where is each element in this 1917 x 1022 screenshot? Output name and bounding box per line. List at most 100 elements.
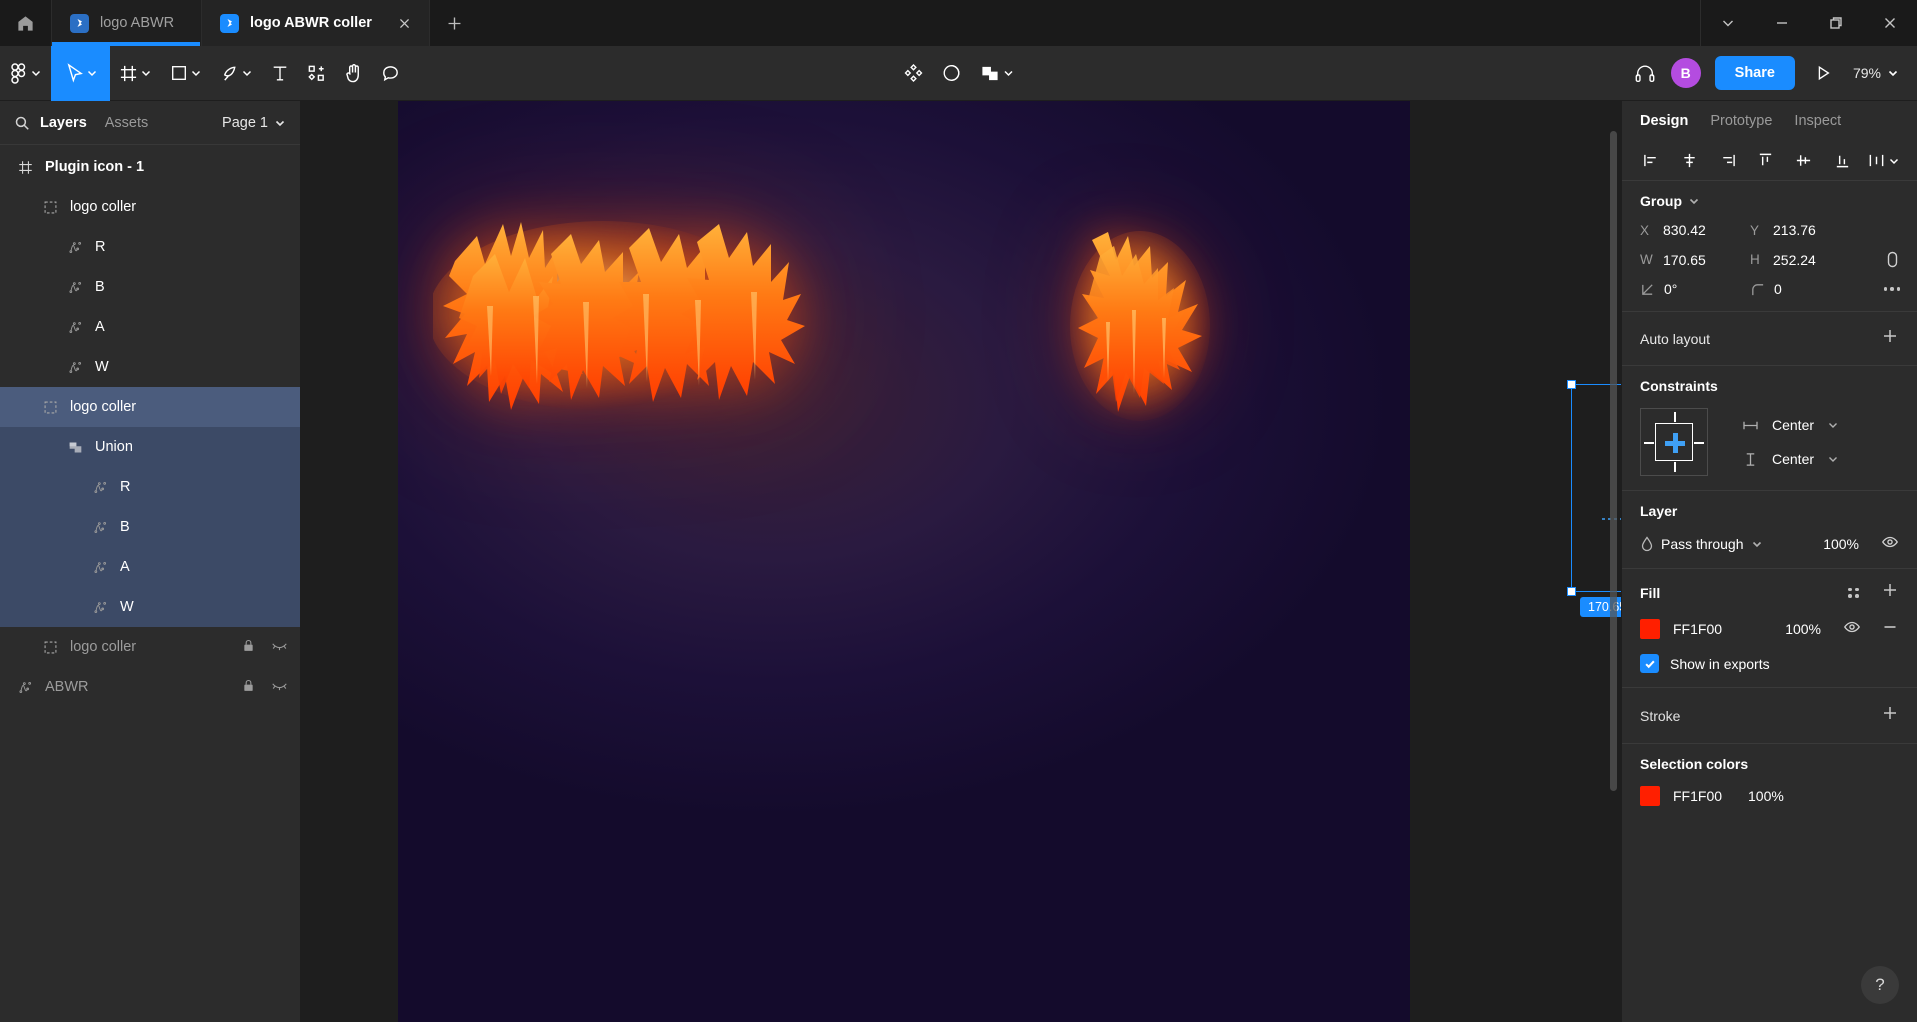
sidebar-tab-assets[interactable]: Assets — [105, 115, 149, 131]
layer-row[interactable]: A — [0, 307, 300, 347]
artboard[interactable] — [398, 101, 1410, 1022]
add-auto-layout-button[interactable] — [1881, 327, 1899, 350]
help-button[interactable]: ? — [1861, 966, 1899, 1004]
logo-abwr-selected-glyph[interactable] — [1070, 226, 1212, 436]
layer-row[interactable]: Union — [0, 427, 300, 467]
vertical-constraint-row[interactable]: Center — [1742, 451, 1839, 467]
shape-tool-button[interactable] — [161, 46, 211, 101]
selection-color-swatch[interactable] — [1640, 786, 1660, 806]
align-left-button[interactable] — [1632, 146, 1670, 176]
new-tab-button[interactable] — [430, 0, 480, 46]
show-in-exports-checkbox[interactable] — [1640, 654, 1659, 673]
frame-tool-button[interactable] — [110, 46, 161, 101]
width-field[interactable]: W 170.65 — [1640, 252, 1750, 268]
selection-color-opacity[interactable]: 100% — [1748, 788, 1784, 804]
components-button[interactable] — [894, 46, 932, 101]
layer-row[interactable]: ABWR — [0, 667, 300, 707]
align-bottom-button[interactable] — [1823, 146, 1861, 176]
share-button[interactable]: Share — [1714, 56, 1795, 90]
tab-inspect[interactable]: Inspect — [1794, 113, 1841, 129]
comment-tool-button[interactable] — [372, 46, 409, 101]
window-restore-button[interactable] — [1809, 0, 1863, 46]
audio-button[interactable] — [1625, 46, 1665, 101]
fill-color-hex[interactable]: FF1F00 — [1673, 621, 1722, 637]
tab-design[interactable]: Design — [1640, 113, 1688, 129]
align-vertical-center-button[interactable] — [1785, 146, 1823, 176]
show-in-exports-row[interactable]: Show in exports — [1640, 654, 1899, 673]
avatar[interactable]: B — [1670, 58, 1701, 88]
horizontal-constraint-row[interactable]: Center — [1742, 417, 1839, 433]
tab-logo-abwr-coller[interactable]: logo ABWR coller — [202, 0, 430, 46]
layer-row[interactable]: W — [0, 587, 300, 627]
fill-visibility-button[interactable] — [1843, 618, 1861, 639]
layer-visibility-button[interactable] — [1881, 533, 1899, 554]
window-chevron-down-button[interactable] — [1701, 0, 1755, 46]
eye-off-icon[interactable] — [271, 678, 288, 697]
blend-mode-dropdown[interactable]: Pass through — [1640, 536, 1763, 552]
fill-styles-button[interactable] — [1848, 587, 1859, 598]
add-fill-button[interactable] — [1881, 581, 1899, 604]
layer-row[interactable]: W — [0, 347, 300, 387]
layer-row[interactable]: B — [0, 267, 300, 307]
add-stroke-button[interactable] — [1881, 704, 1899, 727]
lock-icon[interactable] — [240, 638, 257, 657]
layer-row[interactable]: logo coller — [0, 627, 300, 667]
move-tool-button[interactable] — [51, 45, 110, 101]
pen-tool-button[interactable] — [211, 46, 262, 101]
rotation-field[interactable]: 0° — [1640, 281, 1750, 297]
canvas[interactable]: 170.65 × 252.24 — [301, 101, 1621, 1022]
tab-close-button[interactable] — [397, 15, 413, 31]
align-horizontal-center-button[interactable] — [1670, 146, 1708, 176]
sidebar-tab-layers[interactable]: Layers — [40, 115, 87, 131]
align-top-button[interactable] — [1747, 146, 1785, 176]
resize-handle-bottom-left[interactable] — [1567, 587, 1576, 596]
selection-color-hex[interactable]: FF1F00 — [1673, 788, 1722, 804]
layer-row[interactable]: R — [0, 467, 300, 507]
fill-color-swatch[interactable] — [1640, 618, 1660, 639]
search-button[interactable] — [14, 115, 40, 131]
window-close-button[interactable] — [1863, 0, 1917, 46]
layer-row[interactable]: R — [0, 227, 300, 267]
resize-handle-top-left[interactable] — [1567, 380, 1576, 389]
y-field[interactable]: Y 213.76 — [1750, 222, 1860, 238]
mask-button[interactable] — [932, 46, 970, 101]
present-button[interactable] — [1805, 46, 1841, 101]
corner-radius-field[interactable]: 0 — [1750, 281, 1860, 297]
y-value: 213.76 — [1773, 222, 1816, 238]
distribute-button[interactable] — [1861, 146, 1907, 176]
tab-prototype[interactable]: Prototype — [1710, 113, 1772, 129]
page-selector[interactable]: Page 1 — [222, 115, 286, 131]
height-field[interactable]: H 252.24 — [1750, 252, 1860, 268]
more-options-button[interactable] — [1860, 287, 1900, 291]
layer-row[interactable]: B — [0, 507, 300, 547]
layer-list[interactable]: Plugin icon - 1 logo coller R B A Wlogo colle… — [0, 145, 300, 1022]
figma-menu-button[interactable] — [0, 46, 51, 101]
vector-icon — [64, 240, 86, 255]
vertical-constraint-value: Center — [1772, 451, 1815, 467]
layer-opacity-value[interactable]: 100% — [1823, 536, 1859, 552]
zoom-control[interactable]: 79% — [1847, 65, 1903, 81]
lock-icon[interactable] — [240, 678, 257, 697]
layer-row[interactable]: logo coller — [0, 387, 300, 427]
align-right-button[interactable] — [1708, 146, 1746, 176]
text-tool-button[interactable] — [262, 46, 298, 101]
remove-fill-button[interactable] — [1881, 618, 1899, 639]
resources-button[interactable] — [298, 46, 335, 101]
hand-tool-button[interactable] — [335, 46, 372, 101]
canvas-vertical-scrollbar[interactable] — [1610, 131, 1617, 791]
constraints-grid[interactable] — [1640, 408, 1708, 476]
node-type-selector[interactable]: Group — [1640, 193, 1899, 209]
layer-row[interactable]: logo coller — [0, 187, 300, 227]
x-field[interactable]: X 830.42 — [1640, 222, 1750, 238]
logo-abwr-main[interactable] — [433, 206, 813, 446]
layer-row[interactable]: Plugin icon - 1 — [0, 147, 300, 187]
layer-row[interactable]: A — [0, 547, 300, 587]
boolean-operations-button[interactable] — [970, 46, 1023, 101]
home-button[interactable] — [0, 0, 52, 46]
constrain-proportions-button[interactable] — [1860, 250, 1900, 269]
window-minimize-button[interactable] — [1755, 0, 1809, 46]
fill-opacity-value[interactable]: 100% — [1785, 621, 1821, 637]
eye-off-icon[interactable] — [271, 638, 288, 657]
tab-logo-abwr[interactable]: logo ABWR — [52, 0, 202, 46]
avatar-initial: B — [1680, 65, 1691, 81]
